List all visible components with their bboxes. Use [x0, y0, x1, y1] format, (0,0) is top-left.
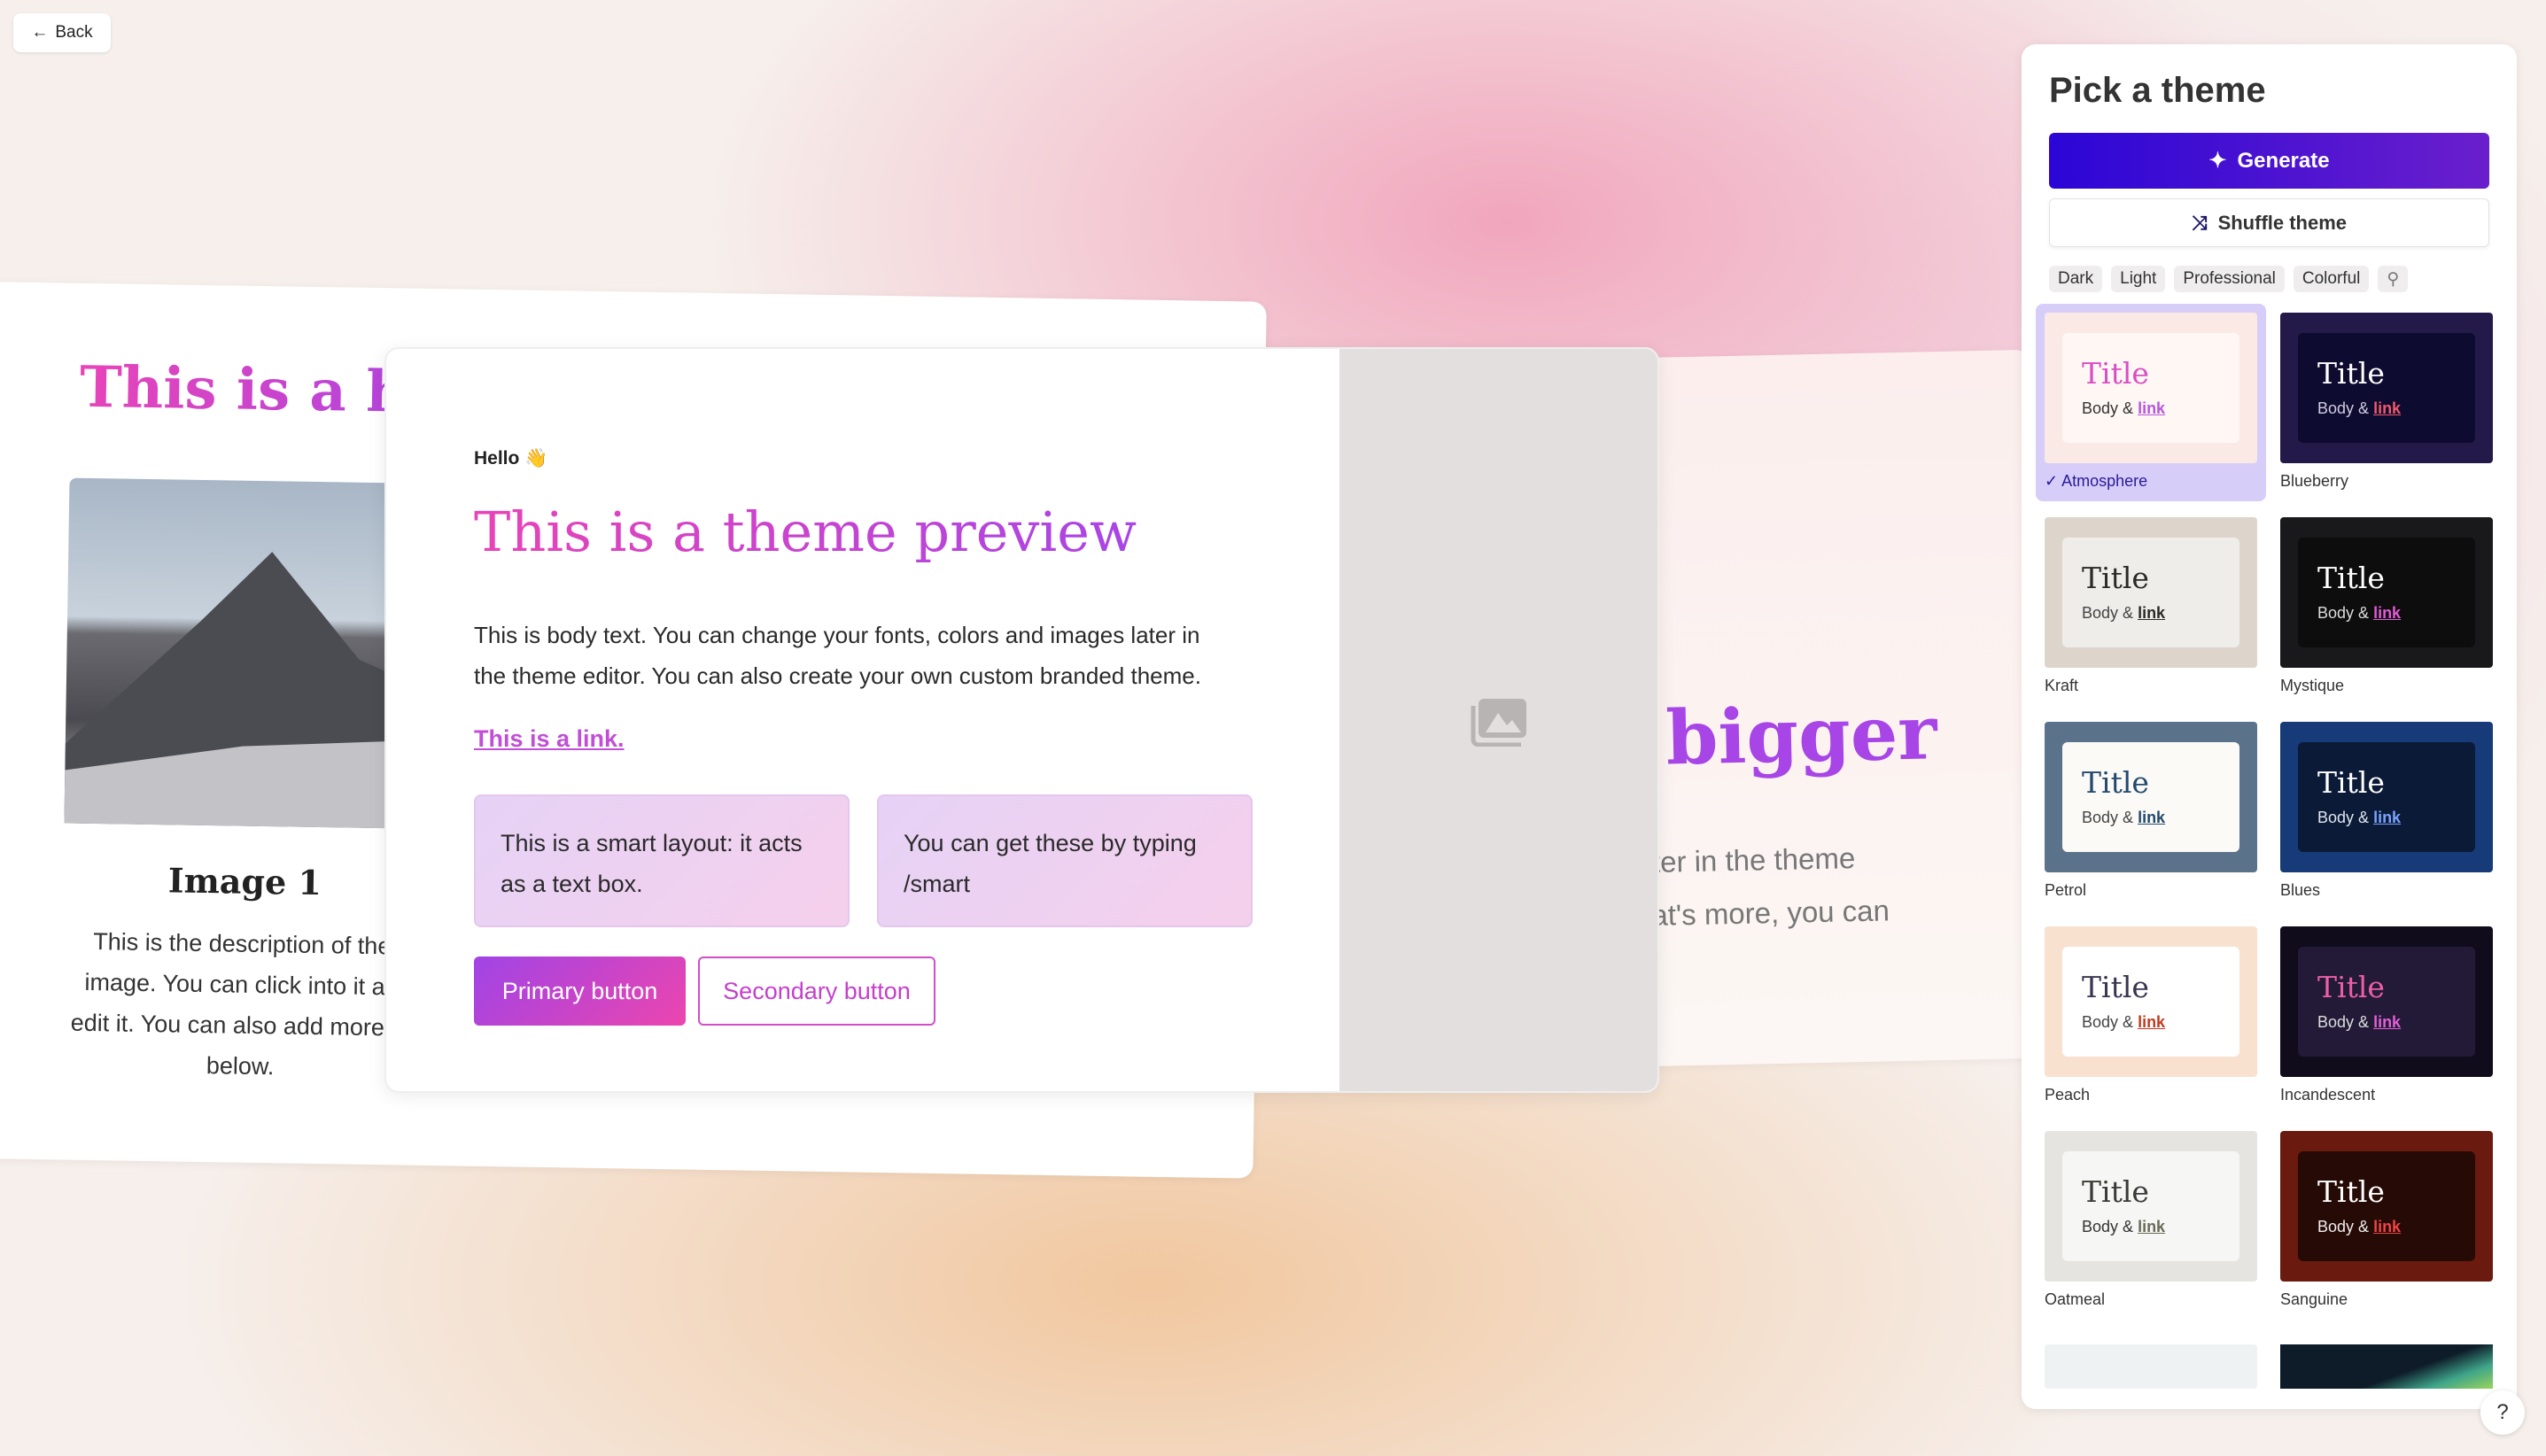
theme-thumbnail: Title Body & link	[2045, 313, 2257, 463]
smart-layout-box[interactable]: This is a smart layout: it acts as a tex…	[474, 794, 850, 927]
theme-name: Blueberry	[2280, 472, 2349, 490]
theme-name: Petrol	[2045, 881, 2087, 899]
theme-thumbnail: Title Body & link	[2280, 722, 2493, 872]
preview-link[interactable]: This is a link.	[474, 725, 625, 753]
sparkle-icon: ✦	[2208, 149, 2227, 173]
secondary-button[interactable]: Secondary button	[698, 956, 935, 1026]
theme-sample-link: link	[2373, 399, 2402, 417]
filter-professional[interactable]: Professional	[2174, 266, 2285, 292]
theme-sample-title: Title	[2082, 356, 2149, 391]
preview-title: This is a theme preview	[474, 500, 1137, 564]
theme-sample-link: link	[2373, 1218, 2402, 1235]
theme-sample-title: Title	[2082, 1174, 2149, 1209]
theme-sample-title: Title	[2082, 970, 2149, 1004]
filter-light[interactable]: Light	[2111, 266, 2166, 292]
shuffle-icon: ⤨	[2191, 211, 2208, 234]
theme-name: Oatmeal	[2045, 1290, 2106, 1308]
theme-thumbnail: Title Body & link	[2280, 1131, 2493, 1282]
theme-sample-body: Body &	[2317, 809, 2370, 826]
panel-title: Pick a theme	[2049, 71, 2266, 110]
theme-card-incandescent[interactable]: Title Body & link Incandescent	[2271, 926, 2502, 1104]
theme-sample-title: Title	[2082, 765, 2149, 800]
theme-name: Atmosphere	[2061, 472, 2148, 490]
theme-sample-body: Body &	[2082, 604, 2134, 622]
image-placeholder[interactable]	[1339, 349, 1657, 1091]
generate-button[interactable]: ✦ Generate	[2049, 133, 2489, 189]
theme-thumbnail: Title Body & link	[2280, 517, 2493, 668]
back-button[interactable]: ← Back	[13, 13, 111, 52]
theme-sample-body: Body &	[2317, 1218, 2370, 1235]
theme-sample-link: link	[2138, 399, 2166, 417]
preview-body: This is body text. You can change your f…	[474, 622, 1201, 689]
arrow-left-icon: ←	[31, 23, 49, 42]
theme-card-petrol[interactable]: Title Body & link Petrol	[2036, 722, 2266, 900]
theme-sample-title: Title	[2317, 561, 2385, 595]
theme-sample-link: link	[2138, 809, 2166, 826]
theme-sample-link: link	[2373, 809, 2402, 826]
theme-card-sanguine[interactable]: Title Body & link Sanguine	[2271, 1131, 2502, 1309]
smart-layout-box[interactable]: You can get these by typing /smart	[877, 794, 1253, 927]
image-placeholder-icon	[1471, 699, 1526, 747]
theme-thumbnail: Title Body & link	[2045, 926, 2257, 1077]
shuffle-theme-button[interactable]: ⤨ Shuffle theme	[2049, 198, 2489, 247]
theme-card-kraft[interactable]: Title Body & link Kraft	[2036, 517, 2266, 695]
theme-preview-card: Hello 👋 This is a theme preview This is …	[384, 347, 1659, 1093]
theme-sample-body: Body &	[2082, 399, 2134, 417]
theme-sample-link: link	[2138, 1218, 2166, 1235]
back-label: Back	[55, 23, 93, 42]
theme-card-atmosphere[interactable]: Title Body & link ✓ Atmosphere	[2036, 304, 2266, 501]
theme-thumbnail: Title Body & link	[2045, 1131, 2257, 1282]
theme-thumbnail: Title Body & link	[2045, 517, 2257, 668]
theme-sample-body: Body &	[2082, 809, 2134, 826]
theme-sample-body: Body &	[2082, 1218, 2134, 1235]
hello-label: Hello 👋	[474, 448, 548, 469]
theme-thumbnail: Title Body & link	[2280, 313, 2493, 463]
theme-sample-body: Body &	[2082, 1013, 2134, 1031]
shuffle-label: Shuffle theme	[2217, 211, 2348, 234]
theme-name: Blues	[2280, 881, 2321, 899]
theme-sample-title: Title	[2317, 765, 2385, 800]
primary-button[interactable]: Primary button	[474, 956, 686, 1026]
theme-picker-panel: Pick a theme ✦ Generate ⤨ Shuffle theme Da…	[2022, 44, 2517, 1409]
theme-name: Sanguine	[2280, 1290, 2348, 1308]
theme-sample-title: Title	[2082, 561, 2149, 595]
theme-sample-link: link	[2373, 604, 2402, 622]
theme-card-partial[interactable]	[2045, 1344, 2257, 1389]
theme-sample-title: Title	[2317, 356, 2385, 391]
help-button[interactable]: ?	[2480, 1390, 2525, 1435]
theme-name: Peach	[2045, 1086, 2091, 1104]
theme-name: Mystique	[2280, 677, 2345, 694]
filter-colorful[interactable]: Colorful	[2293, 266, 2370, 292]
theme-sample-link: link	[2138, 604, 2166, 622]
theme-thumbnail: Title Body & link	[2045, 722, 2257, 872]
image-title: Image 1	[167, 860, 322, 903]
theme-card-partial[interactable]	[2280, 1344, 2493, 1389]
mountain-image[interactable]	[64, 477, 424, 829]
theme-name: Kraft	[2045, 677, 2079, 694]
filter-dark[interactable]: Dark	[2049, 266, 2103, 292]
theme-sample-body: Body &	[2317, 1013, 2370, 1031]
theme-card-peach[interactable]: Title Body & link Peach	[2036, 926, 2266, 1104]
check-icon: ✓	[2045, 472, 2062, 490]
theme-sample-title: Title	[2317, 1174, 2385, 1209]
search-icon[interactable]: ⚲	[2378, 266, 2409, 292]
theme-sample-body: Body &	[2317, 399, 2370, 417]
theme-card-mystique[interactable]: Title Body & link Mystique	[2271, 517, 2502, 695]
slide-heading: bigger	[1665, 688, 1938, 782]
filter-chips: Dark Light Professional Colorful ⚲	[2049, 266, 2409, 292]
theme-card-oatmeal[interactable]: Title Body & link Oatmeal	[2036, 1131, 2266, 1309]
theme-card-blues[interactable]: Title Body & link Blues	[2271, 722, 2502, 900]
theme-sample-title: Title	[2317, 970, 2385, 1004]
theme-card-blueberry[interactable]: Title Body & link Blueberry	[2271, 313, 2502, 491]
theme-thumbnail: Title Body & link	[2280, 926, 2493, 1077]
theme-name: Incandescent	[2280, 1086, 2376, 1104]
mountain-icon	[64, 552, 421, 829]
generate-label: Generate	[2237, 148, 2330, 173]
theme-sample-body: Body &	[2317, 604, 2370, 622]
theme-sample-link: link	[2373, 1013, 2402, 1031]
theme-sample-link: link	[2138, 1013, 2166, 1031]
